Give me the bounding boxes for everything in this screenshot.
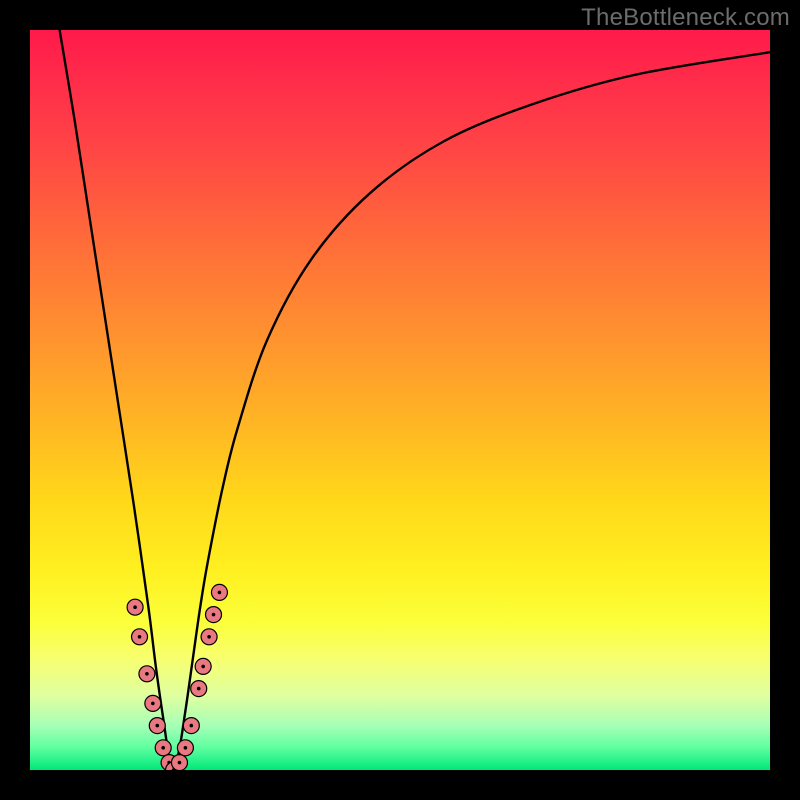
bottleneck-curve — [60, 30, 770, 765]
data-point-center — [207, 635, 211, 639]
data-point-center — [184, 746, 188, 750]
curve-path — [60, 30, 770, 765]
plot-area — [30, 30, 770, 770]
data-point-center — [178, 761, 182, 765]
data-point-center — [138, 635, 142, 639]
data-point-center — [197, 687, 201, 691]
chart-svg — [30, 30, 770, 770]
data-point-center — [190, 724, 194, 728]
data-point-center — [151, 702, 155, 706]
data-point-center — [133, 605, 137, 609]
data-point-center — [218, 591, 222, 595]
data-point-center — [212, 613, 216, 617]
chart-frame: TheBottleneck.com — [0, 0, 800, 800]
data-points — [127, 584, 227, 770]
data-point-center — [201, 665, 205, 669]
data-point-center — [145, 672, 149, 676]
watermark-text: TheBottleneck.com — [581, 4, 790, 32]
data-point-center — [161, 746, 165, 750]
data-point-center — [155, 724, 159, 728]
